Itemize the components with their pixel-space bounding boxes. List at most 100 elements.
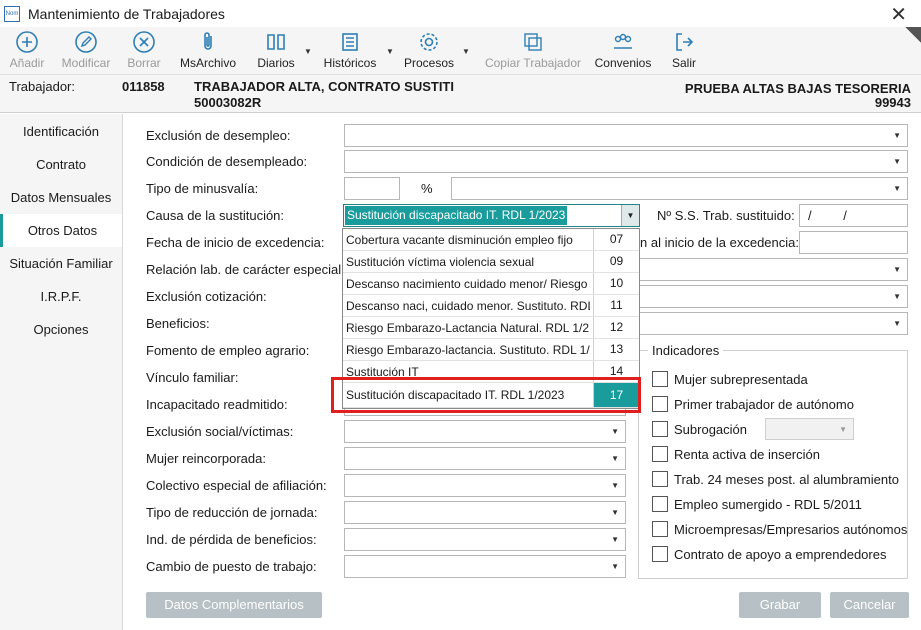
option-code: 09	[593, 251, 639, 272]
option-code: 10	[593, 273, 639, 294]
chevron-down-icon: ▼	[893, 265, 901, 274]
cancelar-button[interactable]: Cancelar	[830, 592, 909, 618]
plus-circle-icon	[16, 31, 38, 53]
add-button[interactable]: Añadir	[8, 30, 46, 70]
condicion-desempleado-select[interactable]: ▼	[344, 150, 908, 173]
dropdown-option[interactable]: Riesgo Embarazo-Lactancia Natural. RDL 1…	[343, 317, 639, 339]
dropdown-option[interactable]: Sustitución víctima violencia sexual 09	[343, 251, 639, 273]
chevron-down-icon: ▼	[893, 131, 901, 140]
causa-sustitucion-select[interactable]: Sustitución discapacitado IT. RDL 1/2023…	[343, 204, 640, 227]
nav-contrato[interactable]: Contrato	[0, 148, 122, 181]
diarios-button[interactable]: Diarios	[254, 30, 298, 70]
nav-identificacion[interactable]: Identificación	[0, 115, 122, 148]
nss-sustituido-input[interactable]: / /	[799, 204, 908, 227]
checkbox-subrogacion[interactable]	[652, 421, 668, 437]
option-code: 12	[593, 317, 639, 338]
dropdown-option[interactable]: Riesgo Embarazo-lactancia. Sustituto. RD…	[343, 339, 639, 361]
procesos-button[interactable]: Procesos	[402, 30, 456, 70]
checkbox-primer-trabajador[interactable]	[652, 396, 668, 412]
checkbox-mujer-subrepresentada[interactable]	[652, 371, 668, 387]
msarchivo-button[interactable]: MsArchivo	[176, 30, 240, 70]
exclusion-desempleo-select[interactable]: ▼	[344, 124, 908, 147]
tipo-reduccion-select[interactable]: ▼	[344, 501, 626, 524]
tipo-minusvalia-select[interactable]: ▼	[451, 177, 908, 200]
label-condicion-desempleado: Condición de desempleado:	[146, 154, 308, 169]
copy-worker-label: Copiar Trabajador	[484, 56, 582, 70]
nav-opciones[interactable]: Opciones	[0, 313, 122, 346]
grabar-button[interactable]: Grabar	[739, 592, 821, 618]
option-label: Cobertura vacante disminución empleo fij…	[346, 233, 573, 247]
app-icon: Nom	[4, 5, 20, 22]
historicos-label: Históricos	[323, 56, 377, 70]
colectivo-especial-select[interactable]: ▼	[344, 474, 626, 497]
checkbox-microempresas[interactable]	[652, 521, 668, 537]
chevron-down-icon: ▼	[611, 427, 619, 436]
copy-worker-button[interactable]: Copiar Trabajador	[484, 30, 582, 70]
corner-resize-icon	[905, 27, 921, 43]
label-vinculo-familiar: Vínculo familiar:	[146, 370, 239, 385]
inicio-excedencia-input[interactable]	[799, 231, 908, 254]
label-contrato-apoyo: Contrato de apoyo a emprendedores	[674, 547, 887, 562]
chevron-down-icon: ▼	[893, 157, 901, 166]
datos-complementarios-button[interactable]: Datos Complementarios	[146, 592, 322, 618]
label-causa-sustitucion: Causa de la sustitución:	[146, 208, 285, 223]
nav-irpf[interactable]: I.R.P.F.	[0, 280, 122, 313]
procesos-dropdown-icon[interactable]: ▼	[462, 47, 470, 56]
exclusion-cotizacion-select[interactable]: ▼	[630, 285, 908, 308]
dropdown-option[interactable]: Descanso nacimiento cuidado menor/ Riesg…	[343, 273, 639, 295]
chevron-down-icon: ▼	[611, 562, 619, 571]
label-ind-perdida: Ind. de pérdida de beneficios:	[146, 532, 317, 547]
left-nav: Identificación Contrato Datos Mensuales …	[0, 114, 122, 630]
nav-otros-datos[interactable]: Otros Datos	[0, 214, 122, 247]
historicos-button[interactable]: Históricos	[320, 30, 380, 70]
chevron-down-icon[interactable]: ▼	[621, 205, 639, 226]
checkbox-renta-activa[interactable]	[652, 446, 668, 462]
beneficios-select[interactable]: ▼	[630, 312, 908, 335]
delete-button[interactable]: Borrar	[124, 30, 164, 70]
relacion-lab-select[interactable]: ▼	[630, 258, 908, 281]
option-code: 11	[593, 295, 639, 316]
label-beneficios: Beneficios:	[146, 316, 210, 331]
modify-button[interactable]: Modificar	[58, 30, 114, 70]
worker-label: Trabajador:	[9, 79, 75, 94]
diarios-label: Diarios	[257, 56, 295, 70]
cambio-puesto-select[interactable]: ▼	[344, 555, 626, 578]
checkbox-trab-24-meses[interactable]	[652, 471, 668, 487]
exit-button[interactable]: Salir	[668, 30, 700, 70]
nav-datos-mensuales[interactable]: Datos Mensuales	[0, 181, 122, 214]
option-label: Descanso nacimiento cuidado menor/ Riesg…	[346, 277, 588, 291]
minusvalia-percent-input[interactable]	[344, 177, 400, 200]
close-icon[interactable]: ✕	[890, 2, 907, 27]
worker-id: 50003082R	[194, 95, 262, 110]
dropdown-option[interactable]: Cobertura vacante disminución empleo fij…	[343, 229, 639, 251]
chevron-down-icon: ▼	[611, 481, 619, 490]
label-empleo-sumergido: Empleo sumergido - RDL 5/2011	[674, 497, 862, 512]
convenios-button[interactable]: Convenios	[594, 30, 652, 70]
label-exclusion-social: Exclusión social/víctimas:	[146, 424, 294, 439]
historicos-dropdown-icon[interactable]: ▼	[386, 47, 394, 56]
dropdown-option[interactable]: Descanso naci, cuidado menor. Sustituto.…	[343, 295, 639, 317]
option-label: Sustitución víctima violencia sexual	[346, 255, 535, 269]
checkbox-contrato-apoyo[interactable]	[652, 546, 668, 562]
procesos-label: Procesos	[403, 56, 455, 70]
paperclip-icon	[204, 32, 212, 50]
checkbox-empleo-sumergido[interactable]	[652, 496, 668, 512]
diarios-dropdown-icon[interactable]: ▼	[304, 47, 312, 56]
mujer-reincorporada-select[interactable]: ▼	[344, 447, 626, 470]
gear-icon	[420, 33, 438, 51]
label-microempresas: Microempresas/Empresarios autónomos	[674, 522, 908, 537]
delete-label: Borrar	[127, 56, 161, 70]
ind-perdida-select[interactable]: ▼	[344, 528, 626, 551]
exit-label: Salir	[671, 56, 696, 70]
subrogacion-select[interactable]: ▼	[765, 418, 854, 440]
label-fomento-empleo: Fomento de empleo agrario:	[146, 343, 310, 358]
option-code: 07	[593, 229, 639, 250]
label-colectivo-especial: Colectivo especial de afiliación:	[146, 478, 327, 493]
label-nss-sustituido: Nº S.S. Trab. sustituido:	[657, 208, 795, 223]
list-icon	[342, 33, 358, 51]
window-title: Mantenimiento de Trabajadores	[28, 5, 225, 22]
option-label: Descanso naci, cuidado menor. Sustituto.…	[346, 299, 590, 313]
nav-situacion-familiar[interactable]: Situación Familiar	[0, 247, 122, 280]
exclusion-social-select[interactable]: ▼	[344, 420, 626, 443]
label-inicio-excedencia: n al inicio de la excedencia:	[640, 235, 799, 250]
